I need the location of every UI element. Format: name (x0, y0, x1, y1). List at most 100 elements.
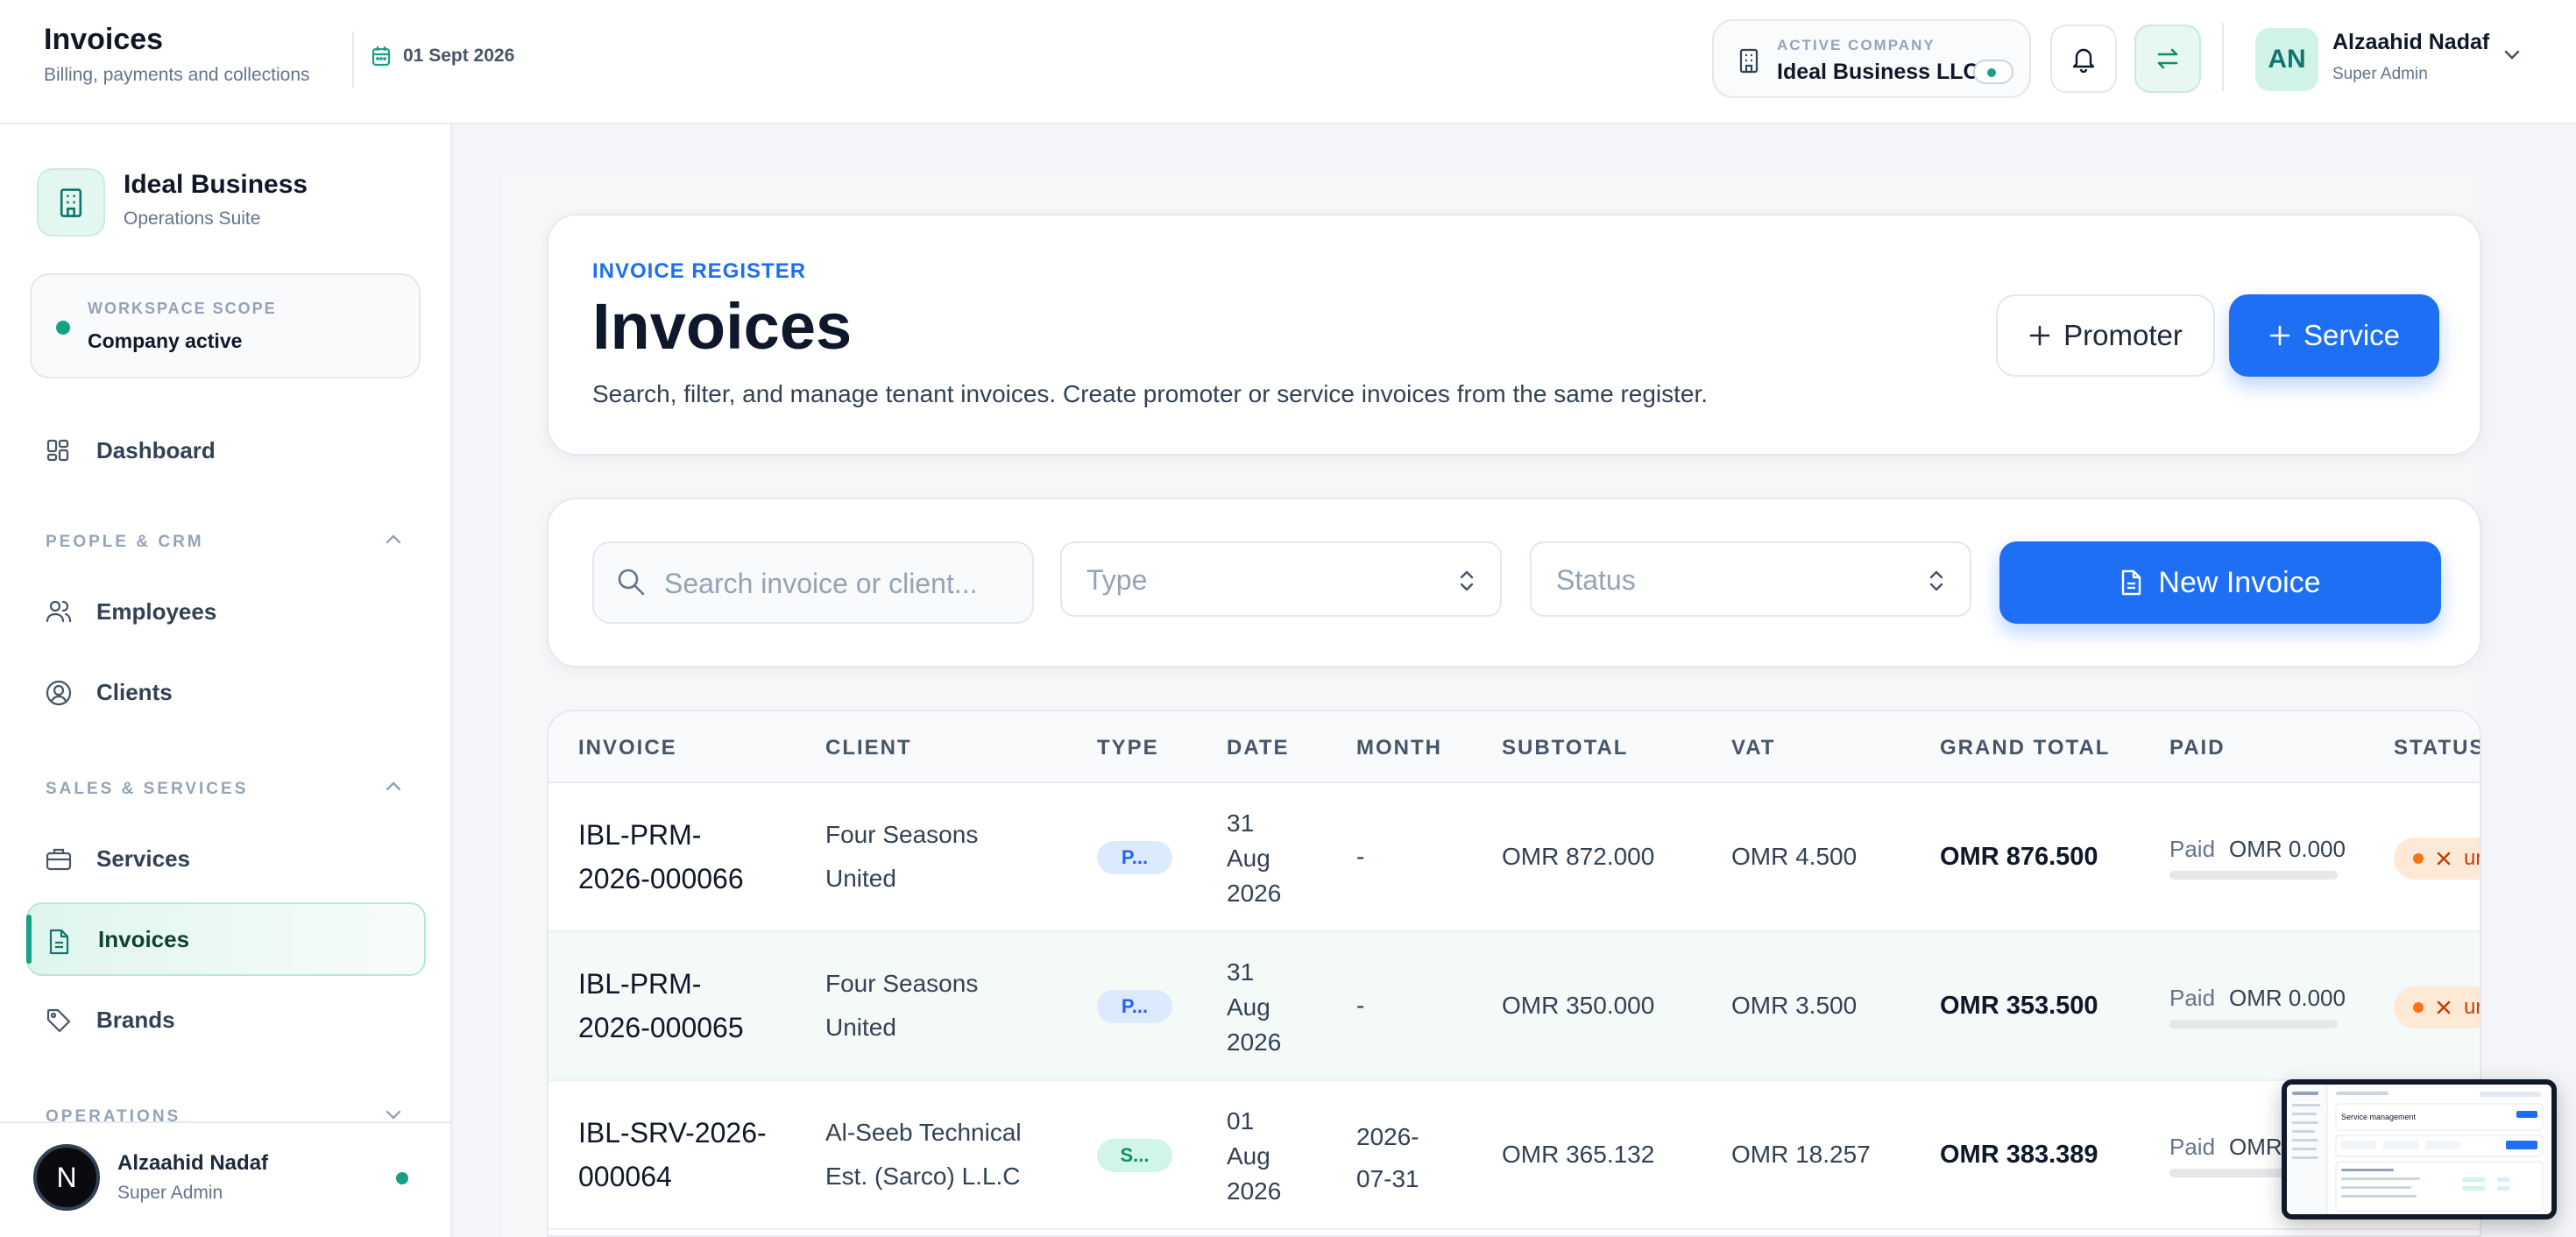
status-text: ur (2464, 846, 2481, 870)
column-header[interactable]: INVOICE (578, 736, 677, 760)
status-dot (2413, 853, 2424, 864)
chevron-up-down-icon (1929, 570, 1943, 591)
paid-label: Paid (2169, 985, 2216, 1011)
new-invoice-button[interactable]: New Invoice (1999, 541, 2441, 624)
status-dot (56, 321, 70, 335)
section-sales-services[interactable]: SALES & SERVICES (46, 780, 248, 799)
building-icon (1737, 47, 1761, 74)
swap-arrows-icon (2154, 45, 2182, 73)
bell-icon (2070, 45, 2097, 73)
screen-preview-thumbnail[interactable]: Service management (2282, 1079, 2557, 1219)
column-header[interactable]: STATUS (2394, 736, 2480, 760)
briefcase-icon (46, 846, 72, 871)
column-header[interactable]: VAT (1731, 736, 1775, 760)
chevron-up-icon[interactable] (384, 780, 403, 792)
paid-label: Paid (2169, 1134, 2216, 1160)
invoice-number[interactable]: IBL-PRM- 2026-000066 (578, 813, 744, 901)
sidebar-item-employees[interactable]: Employees (26, 575, 426, 648)
invoice-date: 31 Aug 2026 (1227, 809, 1282, 907)
divider (2222, 23, 2224, 91)
building-icon (56, 187, 86, 218)
column-header[interactable]: DATE (1227, 736, 1290, 760)
sidebar-item-clients[interactable]: Clients (26, 655, 426, 729)
table-row[interactable]: IBL-PRM- 2026-000065 Four Seasons United P… (548, 932, 2480, 1081)
tag-icon (46, 1007, 72, 1034)
invoices-table: INVOICE CLIENT TYPE DATE MONTH SUBTOTAL … (547, 710, 2481, 1237)
type-badge: P... (1097, 990, 1172, 1023)
invoice-month: - (1356, 992, 1365, 1019)
paid-amount: OMR (2229, 1134, 2282, 1160)
invoice-month: 2026- 07-31 (1356, 1123, 1419, 1192)
table-row[interactable]: IBL-PRM- 2026-000066 Four Seasons United P… (548, 783, 2481, 932)
status-select[interactable]: Status (1530, 541, 1971, 617)
document-icon (2120, 569, 2142, 597)
chevron-up-down-icon (1460, 570, 1474, 591)
section-people-crm[interactable]: PEOPLE & CRM (46, 533, 204, 552)
sidebar-item-label: Services (96, 845, 190, 872)
invoice-register-header: INVOICE REGISTER Invoices Search, filter… (547, 214, 2481, 456)
user-role: Super Admin (2332, 65, 2428, 83)
client-name: Al-Seeb Technical Est. (Sarco) L.L.C (825, 1119, 1022, 1190)
user-role: Super Admin (117, 1183, 223, 1203)
column-header[interactable]: CLIENT (825, 736, 912, 760)
user-name[interactable]: Alzaahid Nadaf (2332, 30, 2489, 55)
sidebar-user-card[interactable]: N Alzaahid Nadaf Super Admin (0, 1121, 450, 1237)
new-promoter-invoice-button[interactable]: Promoter (1996, 294, 2215, 377)
close-icon (2436, 1000, 2452, 1015)
grid-icon (46, 438, 70, 463)
active-company-name: Ideal Business LLC (1777, 60, 1979, 84)
sidebar-item-label: Clients (96, 678, 173, 705)
eyebrow-label: INVOICE REGISTER (592, 259, 807, 283)
type-select[interactable]: Type (1060, 541, 1502, 617)
vat: OMR 18.257 (1731, 1141, 1871, 1168)
column-header[interactable]: GRAND TOTAL (1940, 736, 2110, 760)
avatar: N (33, 1144, 100, 1211)
table-row[interactable]: IBL-SRV-2026- 000064 Al-Seeb Technical Est… (548, 1081, 2480, 1230)
workspace-scope: WORKSPACE SCOPE Company active (30, 273, 421, 378)
search-input[interactable]: Search invoice or client... (592, 541, 1034, 624)
invoice-number[interactable]: IBL-PRM- 2026-000065 (578, 962, 744, 1050)
vat: OMR 4.500 (1731, 843, 1858, 870)
sidebar: Ideal Business Operations Suite WORKSPAC… (0, 124, 452, 1237)
workspace-scope-value: Company active (88, 329, 243, 352)
column-header[interactable]: SUBTOTAL (1502, 736, 1628, 760)
close-icon (2436, 851, 2452, 866)
status-badge: ur (2394, 838, 2481, 880)
chevron-down-icon[interactable] (384, 1109, 403, 1121)
divider (352, 32, 354, 88)
notifications-button[interactable] (2050, 25, 2117, 93)
chevron-up-icon[interactable] (384, 533, 403, 545)
column-header[interactable]: MONTH (1356, 736, 1442, 760)
sidebar-item-brands[interactable]: Brands (26, 983, 426, 1057)
status-badge: ur (2394, 986, 2480, 1028)
sidebar-item-dashboard[interactable]: Dashboard (26, 414, 426, 487)
button-label: New Invoice (2158, 565, 2321, 599)
column-header[interactable]: TYPE (1097, 736, 1159, 760)
active-company-switcher[interactable]: ACTIVE COMPANY Ideal Business LLC (1712, 19, 2031, 98)
brand-name: Ideal Business (124, 170, 308, 199)
users-icon (46, 599, 72, 624)
top-bar: Invoices Billing, payments and collectio… (0, 0, 2576, 124)
switch-company-button[interactable] (2134, 25, 2201, 93)
company-toggle[interactable] (1973, 60, 2013, 84)
new-service-invoice-button[interactable]: Service (2229, 294, 2439, 377)
invoice-number[interactable]: IBL-SRV-2026- 000064 (578, 1111, 767, 1198)
user-avatar[interactable]: AN (2255, 28, 2318, 91)
paid-label: Paid (2169, 836, 2216, 862)
subtotal: OMR 365.132 (1502, 1141, 1655, 1168)
paid-progress-bar (2169, 871, 2338, 880)
chevron-down-icon[interactable] (2502, 49, 2522, 61)
page-title: Invoices (44, 23, 164, 56)
user-circle-icon (46, 680, 72, 706)
paid-amount: OMR 0.000 (2229, 836, 2346, 862)
button-label: Promoter (2063, 319, 2183, 351)
column-header[interactable]: PAID (2169, 736, 2226, 760)
sidebar-item-invoices[interactable]: Invoices (26, 902, 426, 976)
invoice-month: - (1356, 843, 1365, 870)
sidebar-item-services[interactable]: Services (26, 822, 426, 895)
page-subtitle: Billing, payments and collections (44, 65, 310, 85)
search-placeholder: Search invoice or client... (664, 568, 978, 599)
user-name: Alzaahid Nadaf (117, 1151, 269, 1175)
subtotal: OMR 350.000 (1502, 992, 1655, 1019)
current-date: 01 Sept 2026 (372, 46, 514, 67)
